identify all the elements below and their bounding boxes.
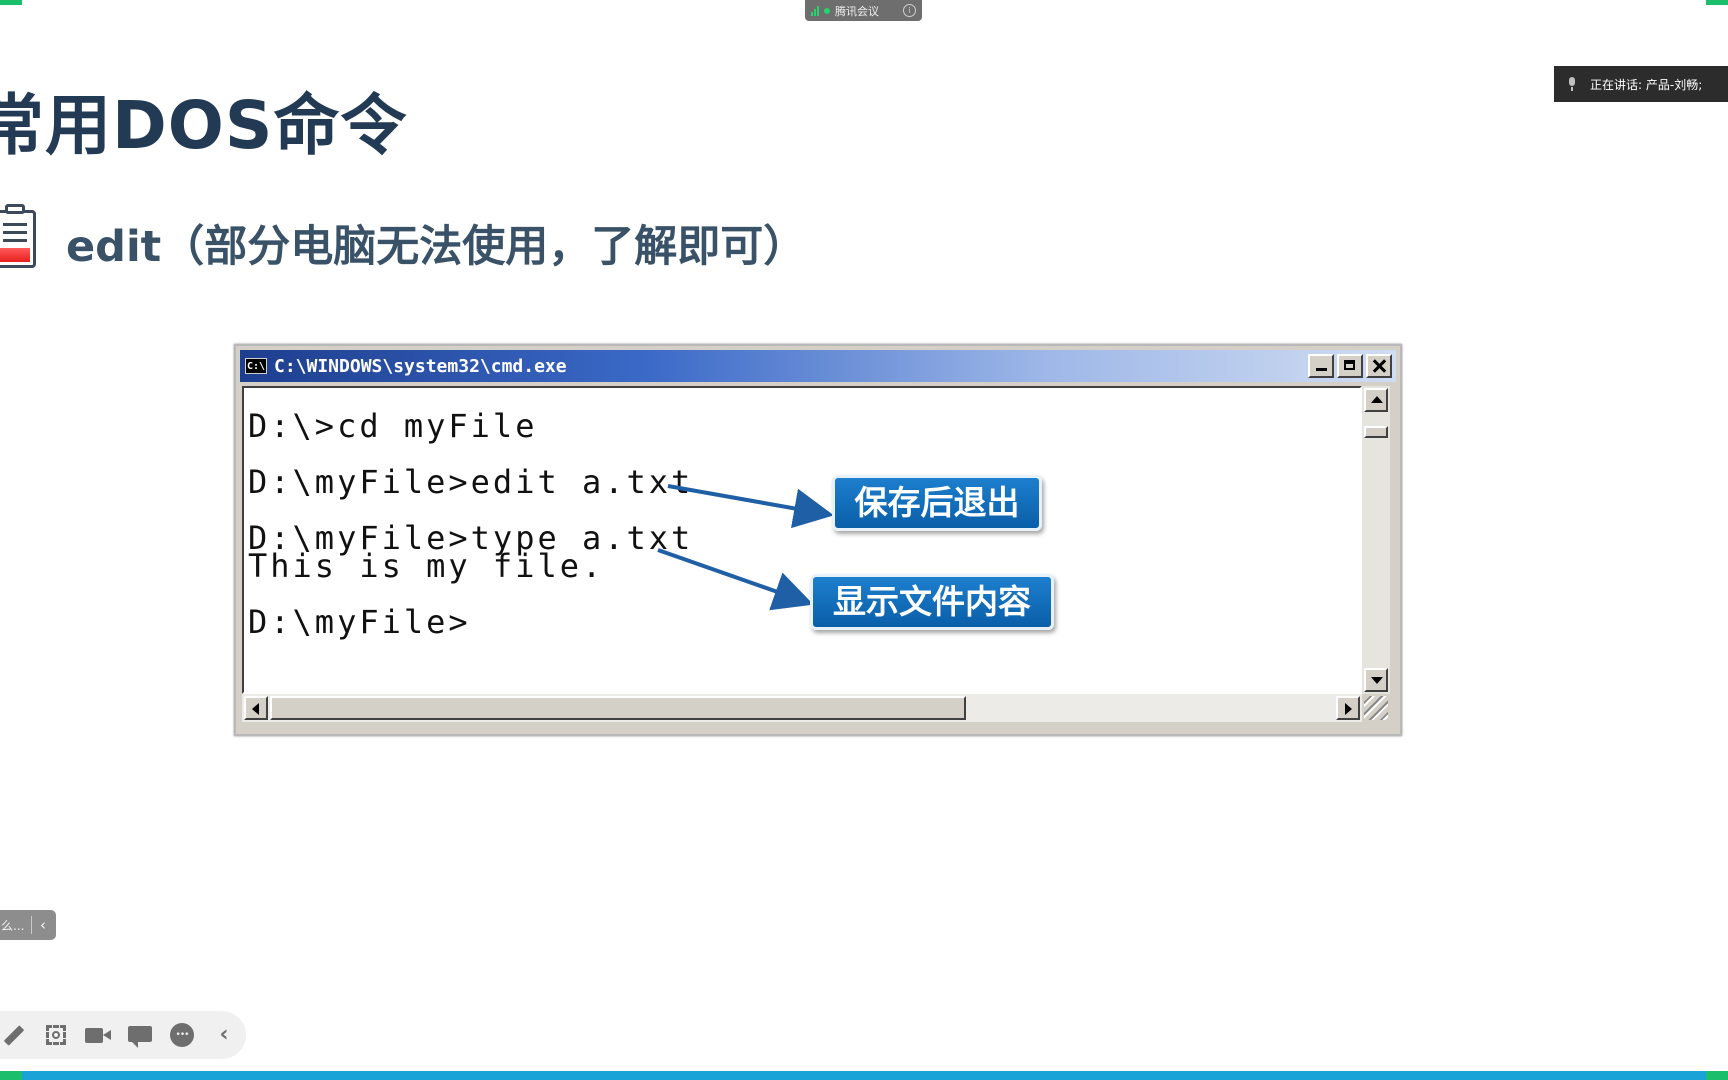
callout-save-exit: 保存后退出 xyxy=(832,475,1042,531)
microphone-icon xyxy=(1568,77,1576,91)
console-line: D:\myFile> xyxy=(248,603,471,641)
minimize-icon[interactable] xyxy=(1308,354,1334,378)
speaking-label: 正在讲话: 产品-刘畅; xyxy=(1590,77,1703,92)
vertical-scrollbar[interactable] xyxy=(1362,386,1390,694)
info-icon[interactable]: i xyxy=(903,4,916,17)
chat-icon[interactable] xyxy=(126,1021,154,1049)
cmd-title: C:\WINDOWS\system32\cmd.exe xyxy=(274,355,567,377)
screenshot-icon[interactable] xyxy=(42,1021,70,1049)
resize-grip-icon[interactable] xyxy=(1364,696,1388,720)
side-panel-toggle[interactable]: 么... ‹ xyxy=(0,910,56,940)
arrow-left-icon xyxy=(252,703,259,715)
meeting-status-badge[interactable]: 腾讯会议 i xyxy=(805,0,922,21)
cmd-titlebar[interactable]: C:\ C:\WINDOWS\system32\cmd.exe xyxy=(240,350,1396,382)
slide-subtitle: edit（部分电脑无法使用，了解即可） xyxy=(66,222,807,272)
scroll-up-button[interactable] xyxy=(1364,388,1388,412)
signal-icon xyxy=(811,5,819,16)
pencil-icon[interactable] xyxy=(0,1021,28,1049)
camera-icon[interactable] xyxy=(84,1021,112,1049)
bottom-status-bar xyxy=(0,1071,1728,1080)
vertical-scroll-thumb[interactable] xyxy=(1364,426,1388,438)
window-controls xyxy=(1308,354,1392,378)
callout-show-content: 显示文件内容 xyxy=(810,574,1054,630)
recording-dot-icon xyxy=(824,7,830,14)
horizontal-scroll-thumb[interactable] xyxy=(270,696,966,720)
corner-accent-right xyxy=(1706,0,1728,5)
console-output[interactable]: D:\>cd myFile D:\myFile>edit a.txt D:\my… xyxy=(242,386,1362,694)
cmd-window: C:\ C:\WINDOWS\system32\cmd.exe D:\>cd m… xyxy=(234,344,1402,736)
side-panel-divider xyxy=(31,916,32,934)
arrow-up-icon xyxy=(1371,396,1383,403)
console-line: D:\>cd myFile xyxy=(248,407,538,445)
arrow-right-icon xyxy=(1345,703,1352,715)
corner-accent-left xyxy=(0,0,22,5)
scroll-down-button[interactable] xyxy=(1364,668,1388,692)
clipboard-icon xyxy=(0,204,36,268)
console-line: This is my file. xyxy=(248,547,605,585)
arrow-down-icon xyxy=(1371,677,1383,684)
chevron-left-icon[interactable]: ‹ xyxy=(36,916,46,934)
meeting-app-label: 腾讯会议 xyxy=(835,4,879,18)
annotation-toolbar: ‹ xyxy=(0,1011,246,1059)
more-icon[interactable] xyxy=(168,1021,196,1049)
scroll-right-button[interactable] xyxy=(1336,696,1360,720)
slide-title: 常用DOS命令 xyxy=(0,87,408,164)
scroll-left-button[interactable] xyxy=(244,696,268,720)
toolbar-collapse-icon[interactable]: ‹ xyxy=(210,1021,238,1049)
console-line: D:\myFile>edit a.txt xyxy=(248,463,694,501)
side-panel-text: 么... xyxy=(1,918,25,933)
cmd-app-icon: C:\ xyxy=(245,358,267,374)
speaking-indicator: 正在讲话: 产品-刘畅; xyxy=(1554,66,1728,102)
horizontal-scrollbar[interactable] xyxy=(242,694,1362,722)
maximize-icon[interactable] xyxy=(1337,354,1363,378)
close-icon[interactable] xyxy=(1366,354,1392,378)
